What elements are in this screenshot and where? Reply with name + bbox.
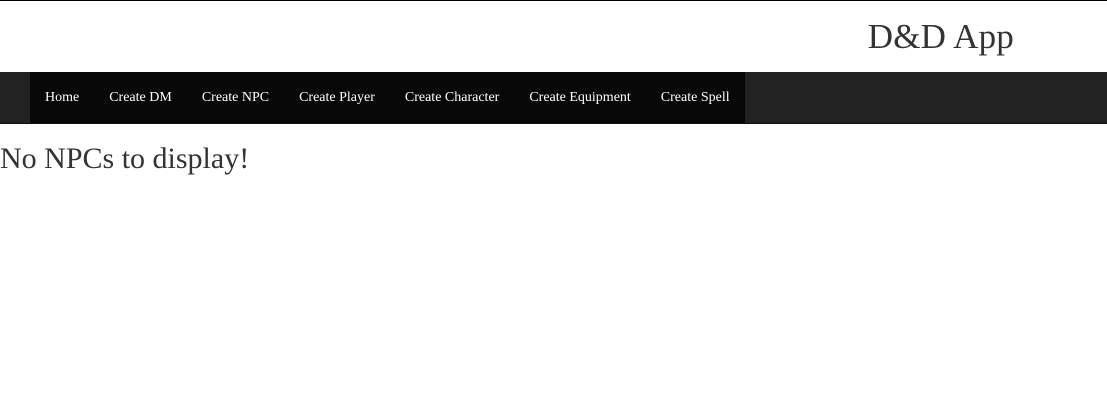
page: D&D App Home Create DM Create NPC Create… [0,0,1107,405]
nav-item-home[interactable]: Home [30,72,94,123]
empty-state-message: No NPCs to display! [0,142,250,175]
nav-item-create-dm[interactable]: Create DM [94,72,187,123]
navbar: Home Create DM Create NPC Create Player … [0,72,1107,124]
header: D&D App [0,1,1107,71]
nav-item-create-npc[interactable]: Create NPC [187,72,284,123]
app-title: D&D App [867,17,1014,56]
main-content: No NPCs to display! [0,141,249,177]
nav-item-create-equipment[interactable]: Create Equipment [514,72,645,123]
nav-list: Home Create DM Create NPC Create Player … [30,72,745,123]
nav-item-create-character[interactable]: Create Character [390,72,514,123]
nav-item-create-spell[interactable]: Create Spell [646,72,745,123]
nav-item-create-player[interactable]: Create Player [284,72,390,123]
